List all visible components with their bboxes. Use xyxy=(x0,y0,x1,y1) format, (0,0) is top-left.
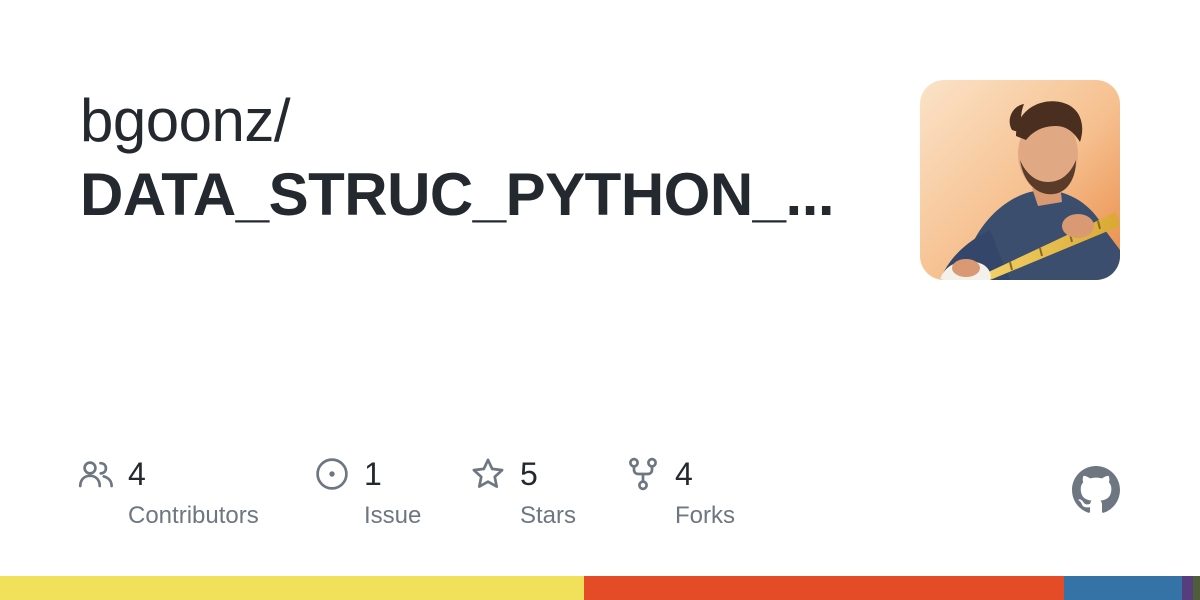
issues-count: 1 xyxy=(364,456,382,492)
repo-social-card: bgoonz/ DATA_STRUC_PYTHON_... 4 Contribu… xyxy=(0,0,1200,600)
stars-count: 5 xyxy=(520,456,538,492)
forks-count: 4 xyxy=(675,456,693,492)
issues-label: Issue xyxy=(364,502,422,529)
repo-name[interactable]: DATA_STRUC_PYTHON_... xyxy=(80,158,860,232)
people-icon xyxy=(78,461,113,488)
stars-label: Stars xyxy=(520,502,577,529)
language-bar xyxy=(0,576,1200,600)
language-bar-segment xyxy=(584,576,1065,600)
issue-icon xyxy=(316,458,348,490)
language-bar-segment xyxy=(1064,576,1182,600)
fork-icon xyxy=(629,457,657,491)
repo-title[interactable]: bgoonz/ DATA_STRUC_PYTHON_... xyxy=(80,84,860,232)
language-bar-segment xyxy=(0,576,585,600)
contributors-count: 4 xyxy=(128,456,146,492)
repo-owner[interactable]: bgoonz/ xyxy=(80,84,860,158)
avatar-photo xyxy=(920,80,1120,280)
forks-label: Forks xyxy=(675,502,735,529)
star-icon xyxy=(472,458,504,488)
contributors-label: Contributors xyxy=(128,502,259,529)
language-bar-segment xyxy=(1181,576,1193,600)
owner-avatar[interactable] xyxy=(920,80,1120,280)
language-bar-segment xyxy=(1192,576,1200,600)
github-logo-icon[interactable] xyxy=(1072,466,1120,514)
